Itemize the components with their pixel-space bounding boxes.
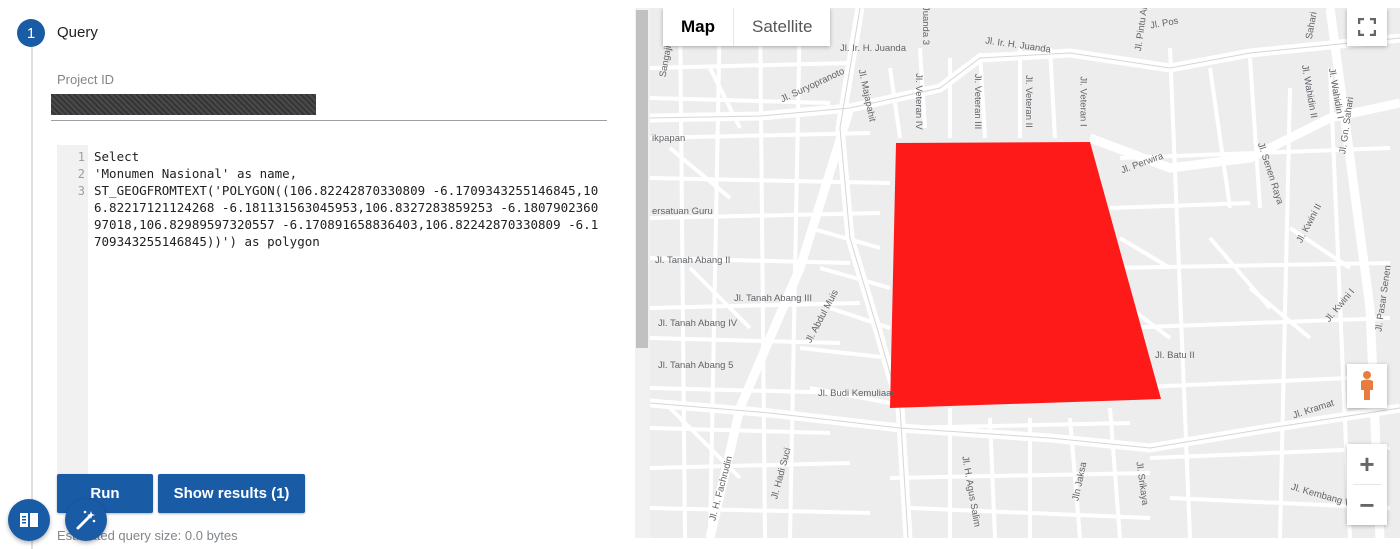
- road-label: Jl. Tanah Abang III: [734, 293, 812, 304]
- road-label: Jl. Tanah Abang IV: [658, 318, 738, 329]
- show-results-button[interactable]: Show results (1): [158, 474, 305, 513]
- zoom-out-button[interactable]: −: [1347, 485, 1387, 525]
- project-id-label: Project ID: [57, 72, 115, 87]
- map-canvas[interactable]: Jl. Ir. H. Juanda Jl. Ir. H. Juanda Jl. …: [650, 8, 1400, 538]
- street-view-pegman[interactable]: [1347, 364, 1387, 408]
- step-title: Query: [57, 24, 98, 41]
- step-number-badge: 1: [17, 19, 45, 47]
- road-label: Jl. Veteran III: [972, 73, 984, 130]
- road-label: Jl. Veteran IV: [912, 73, 924, 130]
- map-type-satellite-button[interactable]: Satellite: [734, 8, 830, 46]
- zoom-control: + −: [1347, 444, 1387, 525]
- road-label: Jl. Budi Kemuliaan: [818, 388, 897, 399]
- book-icon: [20, 513, 38, 527]
- map-type-control: Map Satellite: [663, 8, 831, 46]
- editor-line-numbers: 1 2 3: [77, 150, 85, 198]
- road-label: Jl. Batu II: [1155, 350, 1195, 361]
- schema-panel-button[interactable]: [8, 499, 50, 541]
- zoom-in-button[interactable]: +: [1347, 444, 1387, 484]
- road-label: Jl. Tanah Abang II: [655, 255, 731, 266]
- road-label: Jl. Veteran II: [1022, 75, 1034, 128]
- step-connector-line: [31, 45, 33, 549]
- road-label: Jl. Veteran I: [1077, 76, 1089, 127]
- road-label: Juanda 3: [920, 8, 932, 46]
- editor-code[interactable]: Select 'Monumen Nasional' as name, ST_GE…: [94, 148, 604, 250]
- sql-editor[interactable]: 1 2 3 Select 'Monumen Nasional' as name,…: [57, 145, 607, 475]
- query-panel: 1 Query Project ID 1 2 3 Select 'Monumen…: [0, 0, 635, 549]
- editor-gutter: 1 2 3: [57, 145, 88, 475]
- style-wizard-button[interactable]: [65, 499, 107, 541]
- fullscreen-icon: [1358, 18, 1376, 36]
- panel-scrollbar[interactable]: [635, 8, 650, 538]
- project-id-underline: [51, 120, 607, 121]
- road-label: ikpapan: [652, 133, 686, 144]
- map-type-map-button[interactable]: Map: [663, 8, 734, 46]
- pegman-icon: [1361, 371, 1373, 400]
- fullscreen-button[interactable]: [1347, 8, 1387, 46]
- road-label: Jl. Tanah Abang 5: [658, 360, 734, 371]
- project-id-field[interactable]: [51, 94, 316, 115]
- magic-wand-icon: [76, 510, 96, 530]
- scrollbar-thumb[interactable]: [636, 10, 648, 348]
- road-label: ersatuan Guru: [652, 206, 713, 217]
- road-label: Jl. Ir. H. Juanda: [840, 43, 907, 54]
